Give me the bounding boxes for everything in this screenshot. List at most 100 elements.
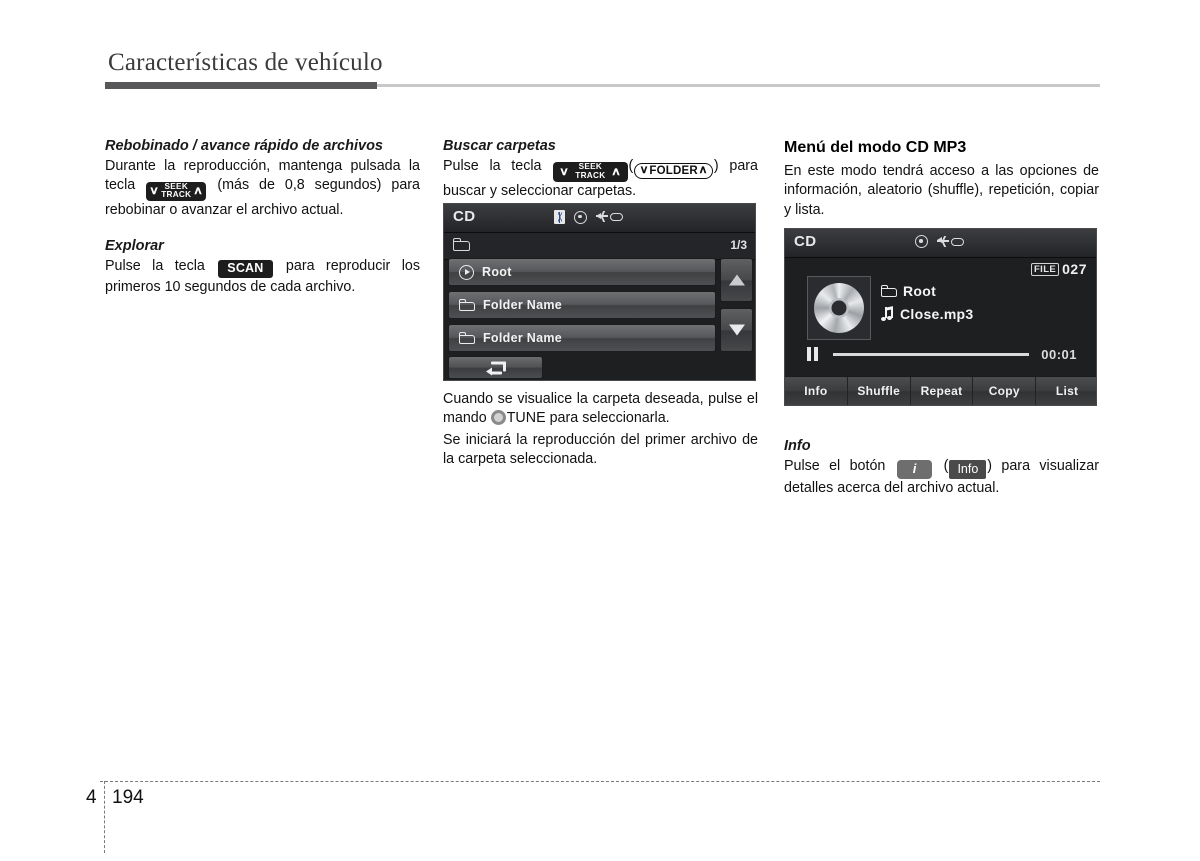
- folder-screen-title: CD: [453, 208, 476, 225]
- list-item[interactable]: Folder Name: [448, 324, 716, 352]
- file-indicator: FILE 027: [1030, 261, 1087, 277]
- page-indicator: 1/3: [730, 238, 747, 252]
- chevron-down-icon: ∨: [639, 164, 649, 176]
- back-button[interactable]: [448, 356, 543, 379]
- page-number: 194: [112, 787, 144, 808]
- disc-icon: [915, 235, 928, 248]
- progress-track[interactable]: [833, 352, 1030, 356]
- paren-open: (: [628, 158, 634, 174]
- folder-list: Root Folder Name Folder Name: [444, 258, 755, 380]
- folder-path-bar: 1/3: [444, 233, 755, 260]
- usb-icon: [937, 235, 964, 248]
- tune-knob-icon: [490, 410, 506, 426]
- folder-browser-screenshot: CD 1/3 Root Folder Name Folder Name: [443, 203, 756, 381]
- scan-key-graphic: SCAN: [218, 260, 273, 279]
- heading-rewind-fastforward: Rebobinado / avance rápido de archivos: [105, 138, 383, 154]
- paren-open: (: [943, 458, 949, 474]
- column-middle: Buscar carpetas Pulse la tecla ∨ SEEK TR…: [443, 138, 758, 203]
- chevron-up-icon: ∧: [611, 166, 622, 178]
- folder-icon: [453, 238, 470, 251]
- album-art: [807, 276, 871, 340]
- header-rule-light: [377, 84, 1100, 87]
- player-screen-title: CD: [794, 233, 817, 250]
- paren-close: ): [713, 158, 719, 174]
- player-button-bar: Info Shuffle Repeat Copy List: [785, 376, 1096, 405]
- i-button-graphic: i: [896, 460, 933, 479]
- player-screen-status-icons: [915, 235, 964, 248]
- footer-divider-horizontal: [100, 781, 1100, 782]
- cd-disc-icon: [814, 283, 864, 333]
- chevron-up-icon: ∧: [698, 164, 708, 176]
- bluetooth-icon: [554, 210, 565, 224]
- track-metadata: Root Close.mp3: [881, 283, 974, 329]
- folder-icon: [459, 299, 475, 311]
- page-title: Características de vehículo: [108, 49, 383, 76]
- paragraph-scan: Pulse la tecla SCAN para reproducir los …: [105, 257, 420, 297]
- paragraph-tune-select: Cuando se visualice la carpeta deseada, …: [443, 390, 758, 429]
- info-button[interactable]: Info: [785, 377, 848, 405]
- scroll-up-button[interactable]: [720, 258, 753, 302]
- paragraph-rewind: Durante la reproducción, mantenga pulsad…: [105, 157, 420, 220]
- heading-explorar: Explorar: [105, 238, 164, 255]
- track-line: Close.mp3: [881, 305, 974, 322]
- heading-buscar-carpetas: Buscar carpetas: [443, 138, 556, 154]
- track-name: Close.mp3: [900, 306, 974, 322]
- list-item-label: Folder Name: [483, 298, 563, 312]
- chevron-up-icon: ∧: [193, 185, 204, 198]
- heading-menu-cd-mp3: Menú del modo CD MP3: [784, 139, 967, 156]
- paragraph-playback-start: Se iniciará la reproducción del primer a…: [443, 431, 758, 468]
- folder-icon: [881, 285, 897, 297]
- triangle-down-icon: [728, 324, 745, 336]
- info-text-before: Pulse el botón: [784, 458, 886, 474]
- list-button[interactable]: List: [1036, 377, 1096, 405]
- track-label: TRACK: [575, 171, 606, 180]
- tune-text-after: para seleccionarla.: [549, 410, 670, 427]
- playback-progress[interactable]: 00:01: [807, 346, 1077, 362]
- footer-divider-vertical: [104, 781, 105, 853]
- seek-track-key-graphic: ∨ SEEK TRACK ∧: [146, 181, 207, 201]
- folder-icon: [459, 332, 475, 344]
- header-rule-dark: [105, 82, 377, 89]
- folder-line: Root: [881, 283, 974, 299]
- copy-button[interactable]: Copy: [973, 377, 1037, 405]
- file-number: 027: [1062, 261, 1087, 277]
- music-note-icon: [881, 305, 894, 322]
- list-item-label: Root: [482, 265, 512, 279]
- folder-text-before: Pulse la tecla: [443, 158, 542, 174]
- folder-screen-topbar: CD: [444, 204, 755, 233]
- scroll-down-button[interactable]: [720, 308, 753, 352]
- folder-key-graphic: ∨ FOLDER ∧: [634, 162, 713, 179]
- disc-icon: [574, 210, 587, 224]
- folder-screen-status-icons: [554, 210, 623, 224]
- track-label: TRACK: [161, 190, 192, 200]
- paragraph-info: Pulse el botón i (Info) para visualizar …: [784, 457, 1099, 498]
- tune-knob-label: TUNE: [506, 410, 546, 427]
- chevron-down-icon: ∨: [149, 185, 160, 198]
- cd-player-screenshot: CD FILE 027 Root Close.mp3 00:01 Info Sh…: [784, 228, 1097, 406]
- list-scrollbar[interactable]: [720, 258, 753, 352]
- file-badge: FILE: [1030, 262, 1060, 276]
- repeat-button[interactable]: Repeat: [911, 377, 974, 405]
- back-arrow-icon: [485, 361, 506, 376]
- chapter-number: 4: [86, 787, 97, 808]
- paragraph-buscar-carpetas: Pulse la tecla ∨ SEEK TRACK ∧ ( ∨ FOLDER…: [443, 157, 758, 201]
- info-button-graphic: Info: [949, 460, 987, 479]
- seek-track-key-graphic: ∨ SEEK TRACK ∧: [553, 162, 628, 182]
- column-middle-caption: Cuando se visualice la carpeta deseada, …: [443, 390, 758, 472]
- usb-icon: [596, 211, 623, 223]
- paragraph-menu-intro: En este modo tendrá acceso a las opcione…: [784, 163, 1099, 218]
- list-item[interactable]: Folder Name: [448, 291, 716, 319]
- column-right: Menú del modo CD MP3 En este modo tendrá…: [784, 138, 1099, 222]
- pause-icon[interactable]: [807, 347, 819, 361]
- shuffle-button[interactable]: Shuffle: [848, 377, 911, 405]
- folder-name: Root: [903, 283, 937, 299]
- heading-info: Info: [784, 438, 811, 454]
- column-right-info: Info Pulse el botón i (Info) para visual…: [784, 438, 1099, 500]
- list-item[interactable]: Root: [448, 258, 716, 286]
- elapsed-time: 00:01: [1041, 346, 1077, 362]
- scan-text-before: Pulse la tecla: [105, 258, 205, 275]
- chevron-down-icon: ∨: [559, 166, 570, 178]
- folder-key-label: FOLDER: [649, 164, 698, 177]
- paren-close: ): [987, 458, 993, 474]
